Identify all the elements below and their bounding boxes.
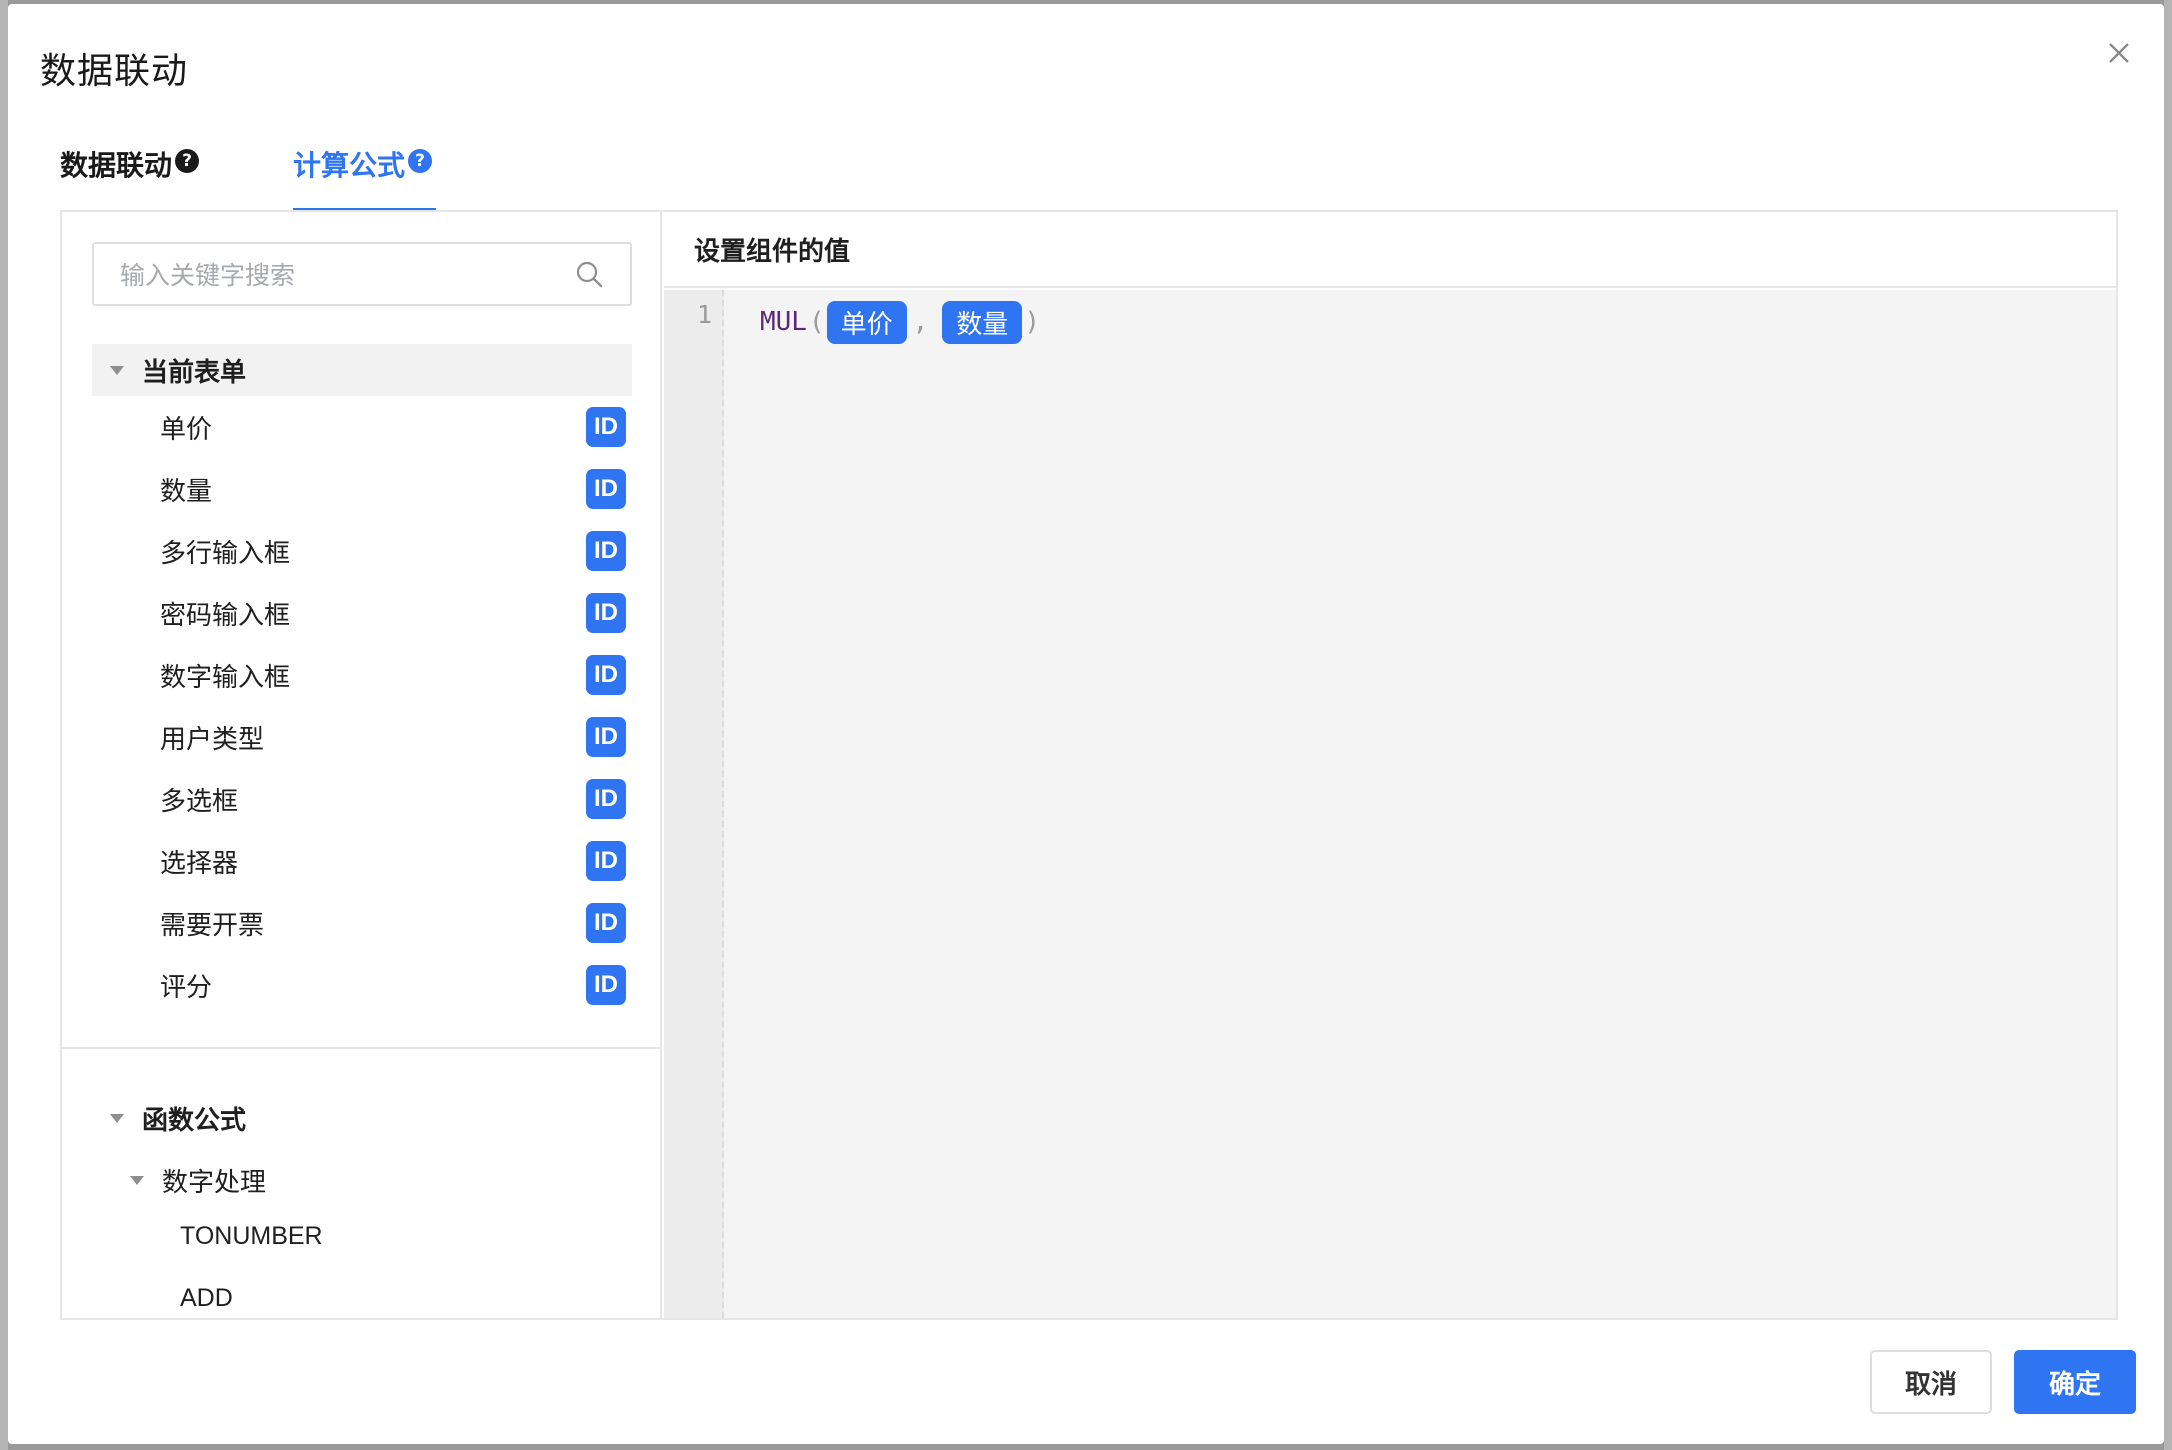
id-badge[interactable]: ID (586, 779, 626, 819)
id-badge[interactable]: ID (586, 655, 626, 695)
group-title: 函数公式 (142, 1105, 247, 1136)
field-item-invoice[interactable]: 需要开票 ID (62, 892, 660, 954)
caret-down-icon (110, 365, 124, 375)
group-title: 当前表单 (142, 357, 247, 388)
id-badge[interactable]: ID (586, 593, 626, 633)
field-item-unit-price[interactable]: 单价 ID (62, 396, 660, 458)
data-linkage-dialog: 数据联动 数据联动 ? 计算公式 ? 输入关键字搜索 当前表单 单价 ID 数量… (8, 4, 2164, 1444)
open-paren: ( (808, 307, 825, 337)
id-badge[interactable]: ID (586, 469, 626, 509)
id-badge[interactable]: ID (586, 903, 626, 943)
field-item-textarea[interactable]: 多行输入框 ID (62, 520, 660, 582)
field-label: 需要开票 (160, 910, 265, 941)
background-page-edge-left (0, 0, 8, 1450)
formula-panel: 输入关键字搜索 当前表单 单价 ID 数量 ID 多行输入框 ID 密码输入框 … (60, 210, 2118, 1320)
current-form-group-header[interactable]: 当前表单 (92, 344, 632, 396)
field-label: 评分 (160, 972, 213, 1003)
line-number: 1 (696, 300, 712, 329)
field-label: 数字输入框 (160, 662, 291, 693)
tab-formula[interactable]: 计算公式 ? (293, 144, 437, 212)
dialog-title: 数据联动 (40, 51, 189, 92)
help-icon[interactable]: ? (175, 149, 200, 173)
functions-group-header[interactable]: 函数公式 (92, 1098, 246, 1138)
field-list: 单价 ID 数量 ID 多行输入框 ID 密码输入框 ID 数字输入框 ID 用… (62, 396, 660, 1016)
code-editor[interactable]: 1 MUL ( 单价 , 数量 ) (664, 290, 2116, 1318)
id-badge[interactable]: ID (586, 531, 626, 571)
field-sidebar: 输入关键字搜索 当前表单 单价 ID 数量 ID 多行输入框 ID 密码输入框 … (62, 212, 662, 1318)
field-label: 单价 (160, 414, 213, 445)
field-item-selector[interactable]: 选择器 ID (62, 830, 660, 892)
function-category-header[interactable]: 数字处理 (92, 1160, 266, 1200)
cancel-button[interactable]: 取消 (1870, 1350, 1992, 1414)
close-icon (2109, 43, 2129, 63)
search-icon[interactable] (574, 259, 604, 289)
sidebar-divider (62, 1047, 660, 1049)
field-label: 多选框 (160, 786, 239, 817)
function-name: MUL (760, 307, 807, 337)
field-item-password[interactable]: 密码输入框 ID (62, 582, 660, 644)
id-badge[interactable]: ID (586, 841, 626, 881)
search-input[interactable]: 输入关键字搜索 (92, 242, 632, 306)
id-badge[interactable]: ID (586, 407, 626, 447)
field-label: 数量 (160, 476, 213, 507)
background-page-edge-right (2164, 0, 2172, 1450)
editor-header: 设置组件的值 (664, 212, 2116, 288)
field-item-rating[interactable]: 评分 ID (62, 954, 660, 1016)
id-badge[interactable]: ID (586, 965, 626, 1005)
function-item-add[interactable]: ADD (180, 1284, 233, 1313)
field-item-quantity[interactable]: 数量 ID (62, 458, 660, 520)
caret-down-icon (130, 1175, 144, 1185)
formula-line[interactable]: MUL ( 单价 , 数量 ) (760, 300, 1042, 344)
field-label: 选择器 (160, 848, 239, 879)
close-button[interactable] (2104, 38, 2134, 68)
field-item-checkbox[interactable]: 多选框 ID (62, 768, 660, 830)
field-item-user-type[interactable]: 用户类型 ID (62, 706, 660, 768)
field-label: 密码输入框 (160, 600, 291, 631)
comma: , (912, 307, 929, 337)
field-item-number-input[interactable]: 数字输入框 ID (62, 644, 660, 706)
field-label: 用户类型 (160, 724, 265, 755)
caret-down-icon (110, 1113, 124, 1123)
field-token[interactable]: 单价 (826, 300, 907, 344)
tab-label: 数据联动 (60, 149, 173, 182)
tab-data-linkage[interactable]: 数据联动 ? (60, 144, 200, 212)
search-placeholder[interactable]: 输入关键字搜索 (120, 256, 574, 292)
field-token[interactable]: 数量 (942, 300, 1023, 344)
close-paren: ) (1024, 307, 1040, 337)
confirm-button[interactable]: 确定 (2014, 1350, 2136, 1414)
category-title: 数字处理 (162, 1167, 267, 1198)
formula-editor-panel: 设置组件的值 1 MUL ( 单价 , 数量 ) (664, 212, 2116, 1318)
id-badge[interactable]: ID (586, 717, 626, 757)
line-gutter: 1 (664, 290, 724, 1318)
function-item-tonumber[interactable]: TONUMBER (180, 1222, 323, 1251)
tab-label: 计算公式 (293, 149, 406, 182)
field-label: 多行输入框 (160, 538, 291, 569)
help-icon[interactable]: ? (408, 149, 433, 173)
